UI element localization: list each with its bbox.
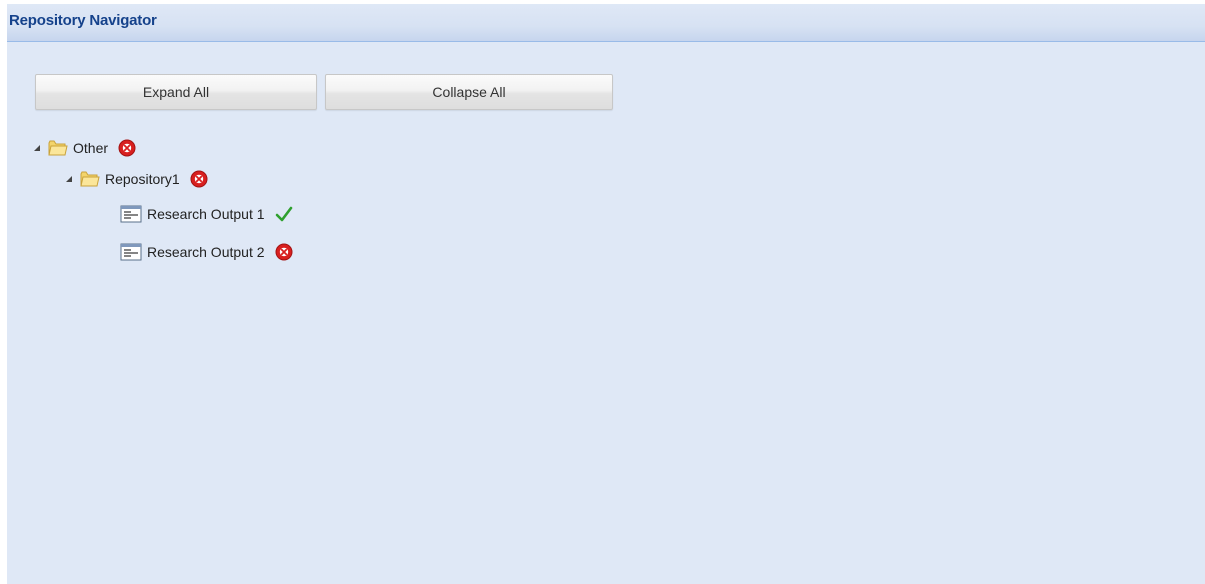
expand-arrow-icon[interactable] — [63, 173, 75, 185]
expand-arrow-icon[interactable] — [31, 142, 43, 154]
folder-icon — [47, 138, 69, 158]
panel-header: Repository Navigator — [7, 4, 1205, 42]
tree-node-label: Other — [73, 140, 109, 156]
tree-node-label: Research Output 2 — [147, 244, 265, 260]
panel-title: Repository Navigator — [9, 12, 157, 29]
error-icon — [118, 139, 136, 157]
document-icon — [120, 243, 142, 261]
check-icon — [275, 205, 293, 223]
tree-node-label: Repository1 — [105, 171, 180, 187]
document-icon — [120, 205, 142, 223]
tree-node-research-output-1[interactable]: Research Output 1 — [120, 202, 293, 226]
expand-all-button[interactable]: Expand All — [35, 74, 317, 110]
tree-node-repository1[interactable]: Repository1 — [63, 167, 208, 191]
repository-navigator-panel: Repository Navigator Expand All Collapse… — [7, 4, 1205, 584]
folder-icon — [79, 169, 101, 189]
error-icon — [275, 243, 293, 261]
tree-node-label: Research Output 1 — [147, 206, 265, 222]
collapse-all-button[interactable]: Collapse All — [325, 74, 613, 110]
error-icon — [190, 170, 208, 188]
tree-node-research-output-2[interactable]: Research Output 2 — [120, 240, 293, 264]
tree-node-other[interactable]: Other — [31, 136, 136, 160]
